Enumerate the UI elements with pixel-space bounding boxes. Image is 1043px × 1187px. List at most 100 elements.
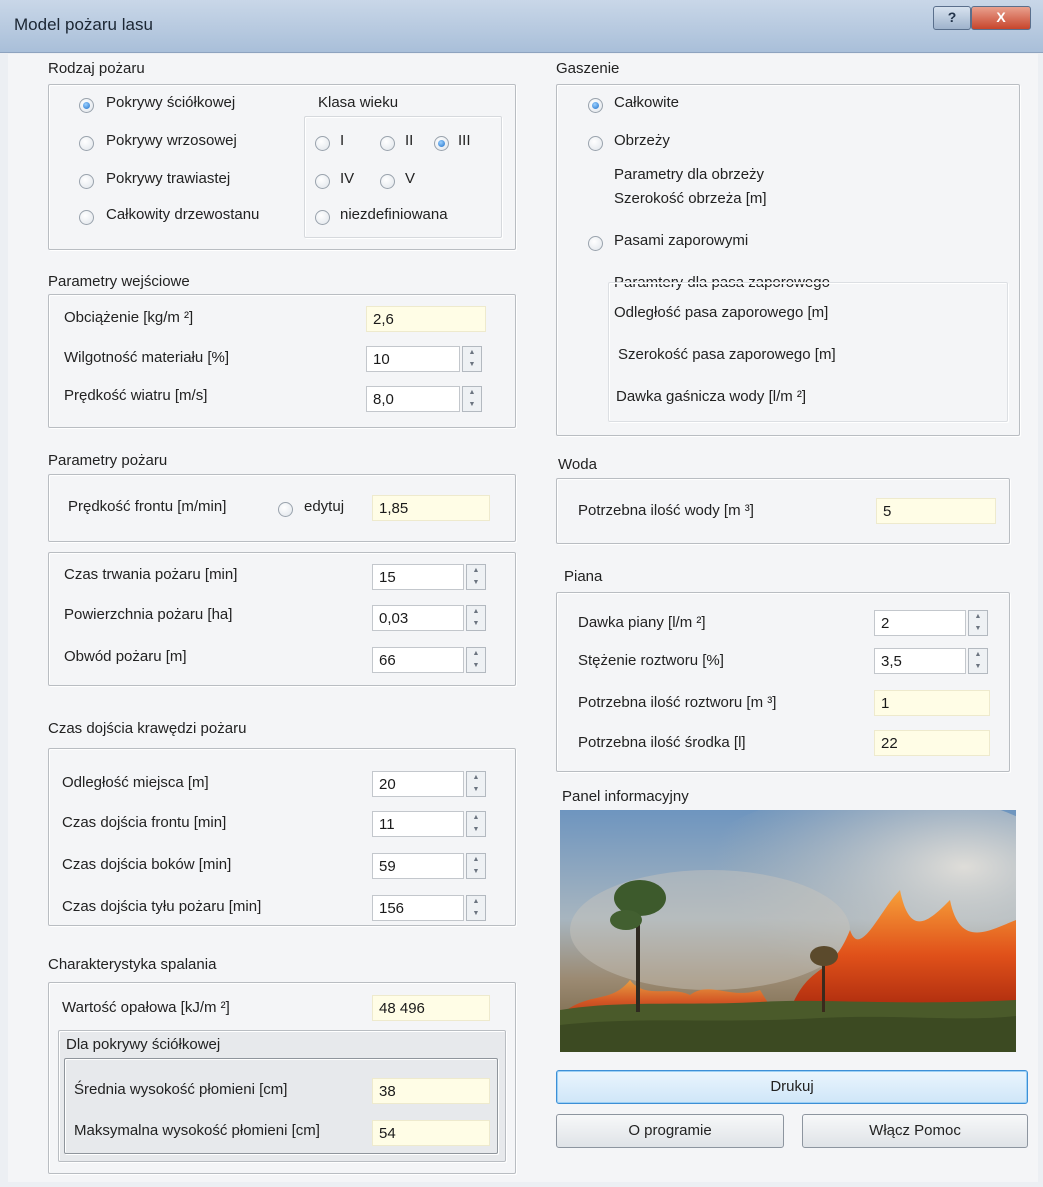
pasy-dawka-label: Dawka gaśnicza wody [l/m ²] (616, 388, 807, 405)
spin-down-icon[interactable]: ▼ (467, 784, 485, 796)
dojscie-tylu-stepper[interactable]: ▲ ▼ (466, 895, 486, 921)
close-button[interactable]: X (971, 6, 1031, 30)
dojscie-bokow-field[interactable]: 59 (372, 853, 464, 879)
wiatr-stepper[interactable]: ▲ ▼ (462, 386, 482, 412)
maks-label: Maksymalna wysokość płomieni [cm] (74, 1122, 320, 1139)
spalanie-group-label: Charakterystyka spalania (48, 956, 217, 973)
radio-obrzeza-label: Obrzeży (614, 132, 670, 149)
o-programie-button[interactable]: O programie (556, 1114, 784, 1148)
spin-up-icon[interactable]: ▲ (467, 648, 485, 660)
radio-calkowite-label: Całkowite (614, 94, 680, 111)
piana-dawka-stepper[interactable]: ▲ ▼ (968, 610, 988, 636)
obrzeza-szerokosc-label: Szerokość obrzeża [m] (614, 190, 767, 207)
spin-down-icon[interactable]: ▼ (463, 359, 481, 371)
spin-up-icon[interactable]: ▲ (467, 812, 485, 824)
spin-down-icon[interactable]: ▼ (467, 824, 485, 836)
spin-up-icon[interactable]: ▲ (467, 565, 485, 577)
odleglosc-label: Odległość miejsca [m] (62, 774, 209, 791)
obwod-stepper[interactable]: ▲ ▼ (466, 647, 486, 673)
radio-wrzosowej[interactable] (79, 136, 94, 151)
dojscie-tylu-field[interactable]: 156 (372, 895, 464, 921)
edytuj-label: edytuj (304, 498, 345, 515)
radio-sciolkowej[interactable] (79, 98, 94, 113)
spin-up-icon[interactable]: ▲ (463, 347, 481, 359)
maks-field: 54 (372, 1120, 490, 1146)
piana-group-label: Piana (564, 568, 603, 585)
spin-up-icon[interactable]: ▲ (467, 606, 485, 618)
piana-dawka-field[interactable]: 2 (874, 610, 966, 636)
powierzchnia-field[interactable]: 0,03 (372, 605, 464, 631)
opalowa-field: 48 496 (372, 995, 490, 1021)
drukuj-button[interactable]: Drukuj (556, 1070, 1028, 1104)
dojscie-bokow-stepper[interactable]: ▲ ▼ (466, 853, 486, 879)
dojscie-bokow-label: Czas dojścia boków [min] (62, 856, 232, 873)
spin-up-icon[interactable]: ▲ (969, 649, 987, 661)
obwod-field[interactable]: 66 (372, 647, 464, 673)
wilgotnosc-stepper[interactable]: ▲ ▼ (462, 346, 482, 372)
piana-stezenie-field[interactable]: 3,5 (874, 648, 966, 674)
woda-ilosc-field: 5 (876, 498, 996, 524)
woda-group-label: Woda (558, 456, 597, 473)
piana-dawka-label: Dawka piany [l/m ²] (578, 614, 706, 631)
spin-down-icon[interactable]: ▼ (969, 623, 987, 635)
klasa-wieku-label: Klasa wieku (318, 94, 399, 111)
obciazenie-field: 2,6 (366, 306, 486, 332)
radio-klasa-niezdefiniowana-label: niezdefiniowana (340, 206, 448, 223)
radio-calkowite[interactable] (588, 98, 603, 113)
spin-down-icon[interactable]: ▼ (969, 661, 987, 673)
dojscie-group-label: Czas dojścia krawędzi pożaru (48, 720, 247, 737)
pasy-szerokosc-label: Szerokość pasa zaporowego [m] (618, 346, 836, 363)
wlacz-pomoc-button[interactable]: Włącz Pomoc (802, 1114, 1028, 1148)
dojscie-tylu-label: Czas dojścia tyłu pożaru [min] (62, 898, 262, 915)
radio-klasa-iii[interactable] (434, 136, 449, 151)
radio-klasa-iii-label: III (458, 132, 471, 149)
radio-drzewostanu[interactable] (79, 210, 94, 225)
spin-down-icon[interactable]: ▼ (467, 866, 485, 878)
spin-down-icon[interactable]: ▼ (467, 660, 485, 672)
radio-drzewostanu-label: Całkowity drzewostanu (106, 206, 260, 223)
radio-klasa-ii[interactable] (380, 136, 395, 151)
czas-trwania-stepper[interactable]: ▲ ▼ (466, 564, 486, 590)
radio-klasa-i-label: I (340, 132, 345, 149)
forest-fire-illustration (560, 810, 1016, 1052)
odleglosc-stepper[interactable]: ▲ ▼ (466, 771, 486, 797)
radio-obrzeza[interactable] (588, 136, 603, 151)
pozar-group-label: Parametry pożaru (48, 452, 168, 469)
panel-group-label: Panel informacyjny (562, 788, 689, 805)
rodzaj-group-label: Rodzaj pożaru (48, 60, 145, 77)
dojscie-frontu-field[interactable]: 11 (372, 811, 464, 837)
radio-klasa-v[interactable] (380, 174, 395, 189)
radio-klasa-niezdefiniowana[interactable] (315, 210, 330, 225)
radio-trawiastej[interactable] (79, 174, 94, 189)
spin-down-icon[interactable]: ▼ (463, 399, 481, 411)
woda-ilosc-label: Potrzebna ilość wody [m ³] (578, 502, 754, 519)
wilgotnosc-field[interactable]: 10 (366, 346, 460, 372)
wiatr-label: Prędkość wiatru [m/s] (64, 387, 208, 404)
radio-klasa-iv[interactable] (315, 174, 330, 189)
spin-up-icon[interactable]: ▲ (463, 387, 481, 399)
radio-klasa-iv-label: IV (340, 170, 355, 187)
dialog-client-area: Rodzaj pożaru Pokrywy ściółkowej Pokrywy… (8, 54, 1038, 1182)
dojscie-frontu-label: Czas dojścia frontu [min] (62, 814, 227, 831)
front-label: Prędkość frontu [m/min] (68, 498, 227, 515)
help-button[interactable]: ? (933, 6, 971, 30)
edytuj-radio[interactable] (278, 502, 293, 517)
spin-down-icon[interactable]: ▼ (467, 618, 485, 630)
spin-up-icon[interactable]: ▲ (467, 854, 485, 866)
dojscie-frontu-stepper[interactable]: ▲ ▼ (466, 811, 486, 837)
powierzchnia-stepper[interactable]: ▲ ▼ (466, 605, 486, 631)
spin-up-icon[interactable]: ▲ (969, 611, 987, 623)
title-bar: Model pożaru lasu ? X (0, 0, 1043, 53)
spin-down-icon[interactable]: ▼ (467, 577, 485, 589)
spin-down-icon[interactable]: ▼ (467, 908, 485, 920)
piana-stezenie-stepper[interactable]: ▲ ▼ (968, 648, 988, 674)
radio-klasa-i[interactable] (315, 136, 330, 151)
radio-pasy[interactable] (588, 236, 603, 251)
odleglosc-field[interactable]: 20 (372, 771, 464, 797)
piana-stezenie-label: Stężenie roztworu [%] (578, 652, 724, 669)
spin-up-icon[interactable]: ▲ (467, 772, 485, 784)
obciazenie-label: Obciążenie [kg/m ²] (64, 309, 194, 326)
spin-up-icon[interactable]: ▲ (467, 896, 485, 908)
wiatr-field[interactable]: 8,0 (366, 386, 460, 412)
czas-trwania-field[interactable]: 15 (372, 564, 464, 590)
